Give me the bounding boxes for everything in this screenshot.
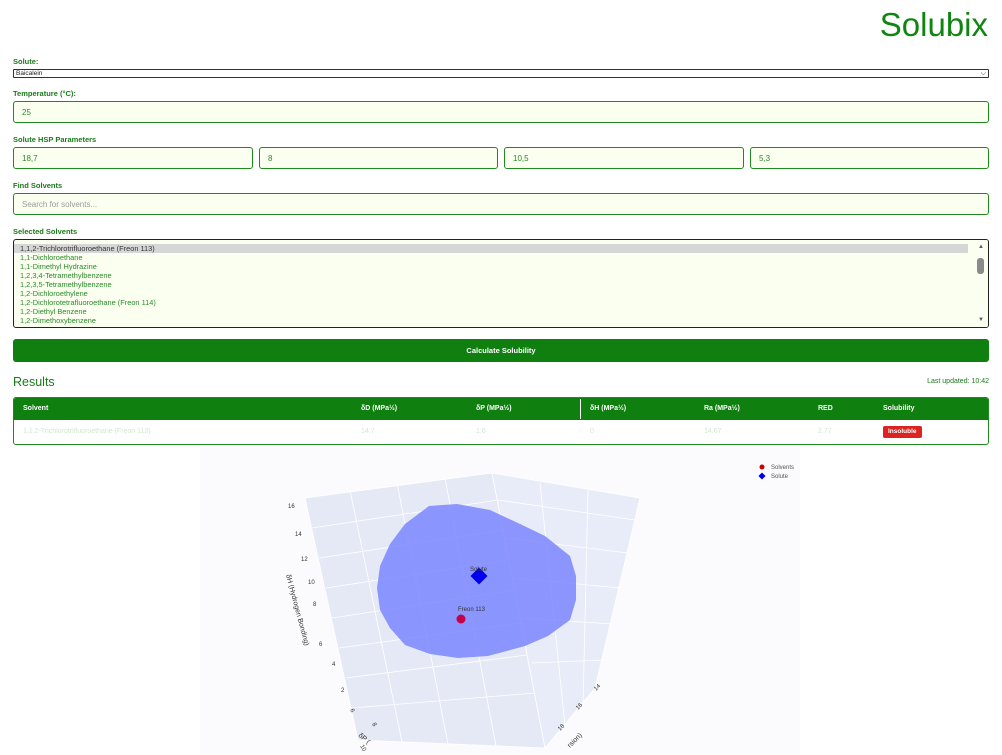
column-divider[interactable] <box>580 399 581 419</box>
hsp-dd-input[interactable]: 18,7 <box>13 147 253 169</box>
col-header-dp[interactable]: δP (MPa½) <box>476 398 512 420</box>
app-title: Solubix <box>879 6 988 43</box>
z-tick-label: 8 <box>313 602 317 608</box>
z-axis-title: δH (Hydrogen Bonding) <box>284 574 310 647</box>
z-tick-label: 14 <box>295 532 302 538</box>
cell-solvent: 1,1,2-Trichlorotrifluoroethane (Freon 11… <box>23 428 151 435</box>
legend-solute-label[interactable]: Solute <box>771 474 789 480</box>
cell-dh: 0 <box>590 428 594 435</box>
legend-solvents-label[interactable]: Solvents <box>771 465 794 471</box>
z-tick-label: 12 <box>301 557 308 563</box>
solute-point-label: Solute <box>470 567 488 573</box>
solute-select-value: Baicalein <box>16 70 43 77</box>
scroll-up-icon[interactable]: ▲ <box>978 244 984 250</box>
results-title: Results <box>13 375 55 389</box>
x-tick-label: 10 <box>358 744 367 753</box>
col-header-dd[interactable]: δD (MPa½) <box>361 398 397 420</box>
legend-solvents-marker <box>759 464 765 470</box>
solvent-option[interactable]: 1,1-Dichloroethane <box>14 253 968 262</box>
results-table: Solvent δD (MPa½) δP (MPa½) δH (MPa½) Ra… <box>13 397 989 445</box>
list-scrollbar[interactable]: ▲ ▼ <box>974 240 988 327</box>
z-tick-label: 2 <box>341 688 345 694</box>
solvent-listbox[interactable]: ​ 1,1,2-Trichlorotrifluoroethane (Freon … <box>13 239 989 328</box>
z-tick-label: 6 <box>319 642 323 648</box>
hsp-dh-input[interactable]: 10,5 <box>504 147 744 169</box>
last-updated: Last updated: 10:42 <box>927 378 989 385</box>
solvent-option[interactable]: 1,2,3,4-Tetramethylbenzene <box>14 271 968 280</box>
hsp-dp-input[interactable]: 8 <box>259 147 498 169</box>
solvent-option[interactable]: 1,1,2-Trichlorotrifluoroethane (Freon 11… <box>14 244 968 253</box>
y-axis-title: rsion) <box>566 732 583 749</box>
solute-select[interactable]: Baicalein ⌵ <box>13 69 989 78</box>
chevron-down-icon: ⌵ <box>980 70 986 77</box>
legend-solute-marker <box>758 472 766 480</box>
solvent-option[interactable]: 1,1-Dimethyl Hydrazine <box>14 262 968 271</box>
z-tick-label: 10 <box>308 580 315 586</box>
solvent-option[interactable]: 1,2,3,5-Tetramethylbenzene <box>14 280 968 289</box>
cell-dp: 1.6 <box>476 428 486 435</box>
col-header-solubility[interactable]: Solubility <box>883 398 915 420</box>
temperature-input[interactable]: 25 <box>13 101 989 123</box>
solvent-search-input[interactable]: Search for solvents... <box>13 193 989 215</box>
scroll-down-icon[interactable]: ▼ <box>978 317 984 323</box>
plot-legend[interactable]: Solvents Solute <box>758 464 794 481</box>
find-solvents-label: Find Solvents <box>13 181 63 190</box>
solute-label: Solute: <box>13 57 39 66</box>
solvent-option[interactable]: 1,2-Dichloroethylene <box>14 289 968 298</box>
temperature-label: Temperature (°C): <box>13 89 76 98</box>
status-badge: Insoluble <box>883 426 922 438</box>
hsp-label: Solute HSP Parameters <box>13 135 97 144</box>
cell-red: 2.77 <box>818 428 832 435</box>
solvent-option[interactable]: 1,2-Dichlorotetrafluoroethane (Freon 114… <box>14 298 968 307</box>
hsp-3d-plot[interactable]: Solute Freon 113 16 14 12 10 8 6 4 2 δH … <box>200 448 800 755</box>
hsp-r0-input[interactable]: 5,3 <box>750 147 989 169</box>
cell-dd: 14.7 <box>361 428 375 435</box>
solvent-option[interactable]: 1,2-Diethyl Benzene <box>14 307 968 316</box>
scroll-thumb[interactable] <box>977 258 984 274</box>
col-header-red[interactable]: RED <box>818 398 833 420</box>
calculate-solubility-button[interactable]: Calculate Solubility <box>13 339 989 362</box>
table-header: Solvent δD (MPa½) δP (MPa½) δH (MPa½) Ra… <box>14 398 988 420</box>
selected-solvents-label: Selected Solvents <box>13 227 78 236</box>
plot-svg[interactable]: Solute Freon 113 16 14 12 10 8 6 4 2 δH … <box>200 448 800 755</box>
z-tick-label: 4 <box>332 662 336 668</box>
z-tick-label: 16 <box>288 504 295 510</box>
col-header-solvent[interactable]: Solvent <box>23 398 48 420</box>
col-header-dh[interactable]: δH (MPa½) <box>590 398 626 420</box>
col-header-ra[interactable]: Ra (MPa½) <box>704 398 740 420</box>
solvent-point-label: Freon 113 <box>458 607 486 613</box>
solvent-point[interactable] <box>456 614 466 624</box>
solvent-option[interactable]: 1,2-Dimethoxybenzene <box>14 316 968 325</box>
cell-ra: 14.67 <box>704 428 722 435</box>
